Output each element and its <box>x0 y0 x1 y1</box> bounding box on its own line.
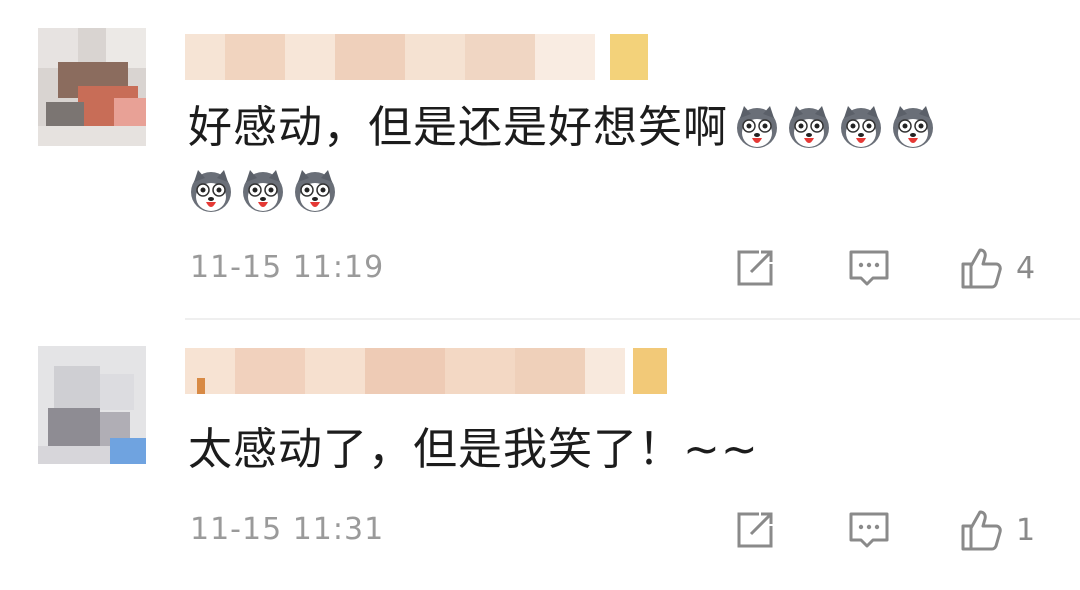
like-icon <box>961 248 1002 289</box>
husky-emoji <box>295 170 335 212</box>
comment-button[interactable] <box>846 246 892 292</box>
timestamp: 11-15 11:19 <box>190 250 385 285</box>
like-button[interactable]: 1 <box>958 506 1035 554</box>
husky-emoji <box>737 106 777 148</box>
like-icon <box>961 510 1002 551</box>
comment-text-body: 好感动，但是还是好想笑啊 <box>188 102 728 153</box>
share-icon <box>737 250 773 286</box>
share-button[interactable] <box>733 508 777 552</box>
like-button[interactable]: 4 <box>958 244 1035 292</box>
husky-emoji <box>841 106 881 148</box>
username-blurred[interactable] <box>185 348 667 394</box>
comment-button[interactable] <box>846 508 892 554</box>
husky-emoji <box>789 106 829 148</box>
comment-icon <box>849 512 889 548</box>
avatar[interactable] <box>38 346 146 464</box>
comment-icon <box>849 250 889 286</box>
username-blurred[interactable] <box>185 34 665 80</box>
comment-text: 好感动，但是还是好想笑啊 <box>188 100 936 156</box>
comment-text: 太感动了，但是我笑了！~~ <box>188 424 759 475</box>
husky-emoji <box>191 170 231 212</box>
like-count: 1 <box>1016 512 1036 548</box>
share-button[interactable] <box>733 246 777 290</box>
comment-item: 太感动了，但是我笑了！~~ 11-15 11:31 1 <box>0 320 1080 590</box>
husky-emoji <box>243 170 283 212</box>
emoji-row <box>188 168 338 214</box>
comment-item: 好感动，但是还是好想笑啊 11-15 11:19 4 <box>0 0 1080 318</box>
share-icon <box>737 512 773 548</box>
husky-emoji <box>893 106 933 148</box>
like-count: 4 <box>1016 250 1036 286</box>
timestamp: 11-15 11:31 <box>190 512 385 547</box>
avatar[interactable] <box>38 28 146 146</box>
